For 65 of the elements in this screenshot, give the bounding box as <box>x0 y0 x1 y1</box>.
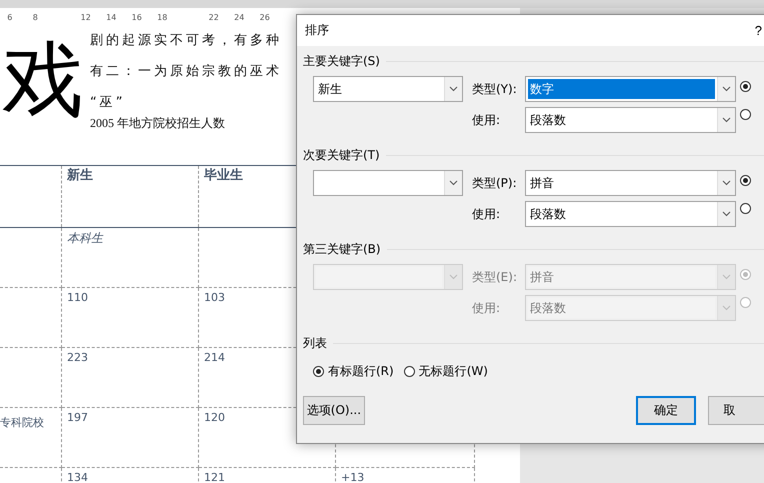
body-text: “巫” <box>90 94 126 111</box>
chevron-icon <box>722 211 731 217</box>
ruler-number: 6 <box>6 12 14 22</box>
table-cell: 110 <box>67 291 88 304</box>
chevron-icon <box>722 86 731 92</box>
radio-label[interactable]: 无标题行(W) <box>418 363 488 380</box>
chevron-icon <box>722 117 731 123</box>
order-radio[interactable] <box>740 175 751 186</box>
table-cell: +13 <box>341 471 364 483</box>
ruler-number: 16 <box>130 12 143 22</box>
field-label: 使用: <box>471 300 502 316</box>
ruler-number: 18 <box>156 12 168 22</box>
table-cell: 毕业生 <box>204 168 243 183</box>
field-label: 类型(Y): <box>471 80 518 98</box>
section-label: 列表 <box>303 334 327 352</box>
table-cell: 197 <box>67 411 88 424</box>
chevron-icon <box>722 274 731 280</box>
table-cell: 120 <box>204 411 225 424</box>
order-radio[interactable] <box>740 203 751 214</box>
field-label: 类型(E): <box>471 268 518 286</box>
ruler-number: 22 <box>208 12 220 22</box>
ruler-number: 14 <box>105 12 118 22</box>
chevron-icon <box>722 180 731 186</box>
using-dropdown[interactable]: 段落数 <box>525 107 736 133</box>
table-cell: 103 <box>204 291 225 304</box>
ruler-number: 12 <box>80 12 92 22</box>
chevron-icon <box>449 180 458 186</box>
table-cell: 新生 <box>67 168 93 183</box>
table-cell: 134 <box>67 471 88 483</box>
table-cell: 本科生 <box>67 231 103 245</box>
using-dropdown[interactable]: 段落数 <box>525 201 736 227</box>
table-caption: 2005 年地方院校招生人数 <box>90 115 226 132</box>
field-label: 使用: <box>471 206 502 222</box>
type-dropdown[interactable]: 拼音 <box>525 170 736 196</box>
section-label: 第三关键字(B) <box>303 240 381 258</box>
header-row-radio[interactable] <box>404 366 415 377</box>
chevron-icon <box>449 274 458 280</box>
field-label: 使用: <box>471 112 502 128</box>
dialog-button[interactable]: 确定 <box>636 396 696 425</box>
body-text: 有二：一为原始宗教的巫术 <box>90 63 282 80</box>
dialog-button[interactable]: 选项(O)... <box>303 396 365 425</box>
chevron-icon <box>449 86 458 92</box>
dialog-title: 排序 <box>305 22 329 39</box>
field-label: 类型(P): <box>471 174 518 192</box>
dialog-button[interactable]: 取 <box>708 396 764 425</box>
chevron-icon <box>722 305 731 311</box>
ruler-number: 26 <box>258 12 271 22</box>
order-radio[interactable] <box>740 81 751 92</box>
sort-key-dropdown[interactable] <box>313 170 463 196</box>
section-label: 次要关键字(T) <box>303 146 380 164</box>
order-radio[interactable] <box>740 109 751 120</box>
drop-cap: 戏 <box>2 40 84 122</box>
radio-label[interactable]: 有标题行(R) <box>328 363 394 380</box>
table-cell: 223 <box>67 351 88 364</box>
type-dropdown[interactable]: 数字 <box>525 76 736 102</box>
section-label: 主要关键字(S) <box>303 52 380 70</box>
ruler-number: 8 <box>32 12 39 22</box>
table-cell: 214 <box>204 351 225 364</box>
body-text: 剧的起源实不可考，有多种 <box>90 32 282 49</box>
table-cell: 专科院校 <box>0 416 44 429</box>
ruler-number: 24 <box>233 12 246 22</box>
table-cell: 121 <box>204 471 225 483</box>
sort-key-dropdown[interactable]: 新生 <box>313 76 463 102</box>
help-button[interactable]: ? <box>752 23 764 38</box>
header-row-radio[interactable] <box>313 366 324 377</box>
